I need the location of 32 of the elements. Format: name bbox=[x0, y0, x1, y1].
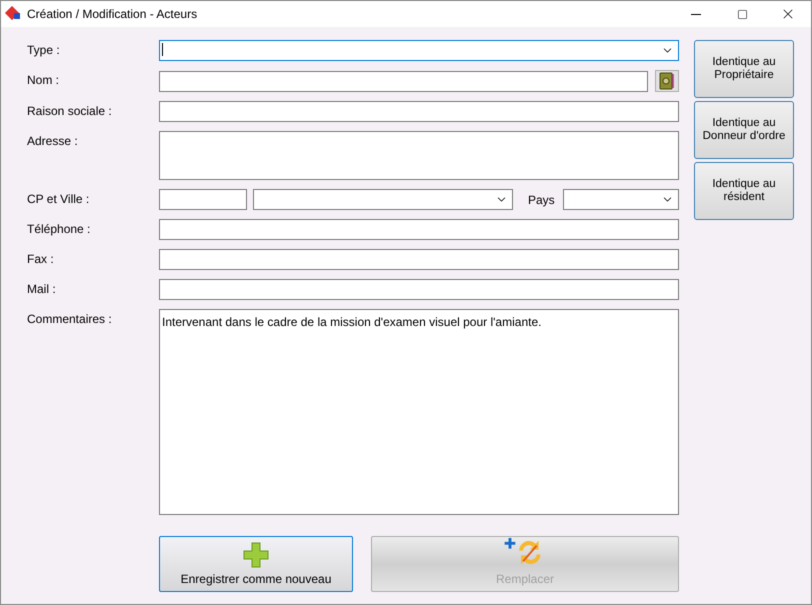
address-book-button[interactable] bbox=[655, 70, 679, 92]
copy-from-button[interactable]: Identique au Donneur d'ordre bbox=[694, 101, 794, 159]
copy-from-button[interactable]: Identique au Propriétaire bbox=[694, 40, 794, 98]
address-field[interactable] bbox=[159, 131, 679, 180]
plus-icon bbox=[243, 542, 269, 568]
save-as-new-button[interactable]: Enregistrer comme nouveau bbox=[159, 536, 353, 592]
text-field[interactable] bbox=[159, 279, 679, 300]
name-field[interactable] bbox=[159, 70, 648, 92]
postal-code-field[interactable] bbox=[159, 189, 247, 210]
field-label: Fax : bbox=[27, 251, 55, 268]
window-title: Création / Modification - Acteurs bbox=[27, 6, 198, 23]
field-label: Raison sociale : bbox=[27, 103, 113, 120]
text-field[interactable] bbox=[159, 249, 679, 270]
maximize-icon bbox=[736, 8, 748, 20]
text-field[interactable] bbox=[159, 101, 679, 122]
text-cursor bbox=[162, 43, 163, 56]
field-label: Téléphone : bbox=[27, 221, 92, 238]
field-label: Type : bbox=[27, 42, 61, 59]
copy-from-button[interactable]: Identique au résident bbox=[694, 162, 794, 220]
text-field[interactable] bbox=[159, 219, 679, 240]
field-label: Nom : bbox=[27, 72, 60, 89]
field-label: Commentaires : bbox=[27, 311, 113, 328]
app-icon bbox=[4, 6, 22, 22]
comments-field[interactable]: Intervenant dans le cadre de la mission d'examen visuel pour l'amiante. bbox=[159, 309, 679, 515]
field-label: CP et Ville : bbox=[27, 191, 90, 208]
type-dropdown[interactable] bbox=[159, 40, 679, 61]
city-dropdown[interactable] bbox=[253, 189, 513, 210]
field-label: Adresse : bbox=[27, 133, 79, 150]
field-label: Pays bbox=[528, 192, 556, 208]
field-label: Mail : bbox=[27, 281, 57, 298]
country-dropdown[interactable] bbox=[563, 189, 679, 210]
book-icon bbox=[659, 72, 675, 90]
